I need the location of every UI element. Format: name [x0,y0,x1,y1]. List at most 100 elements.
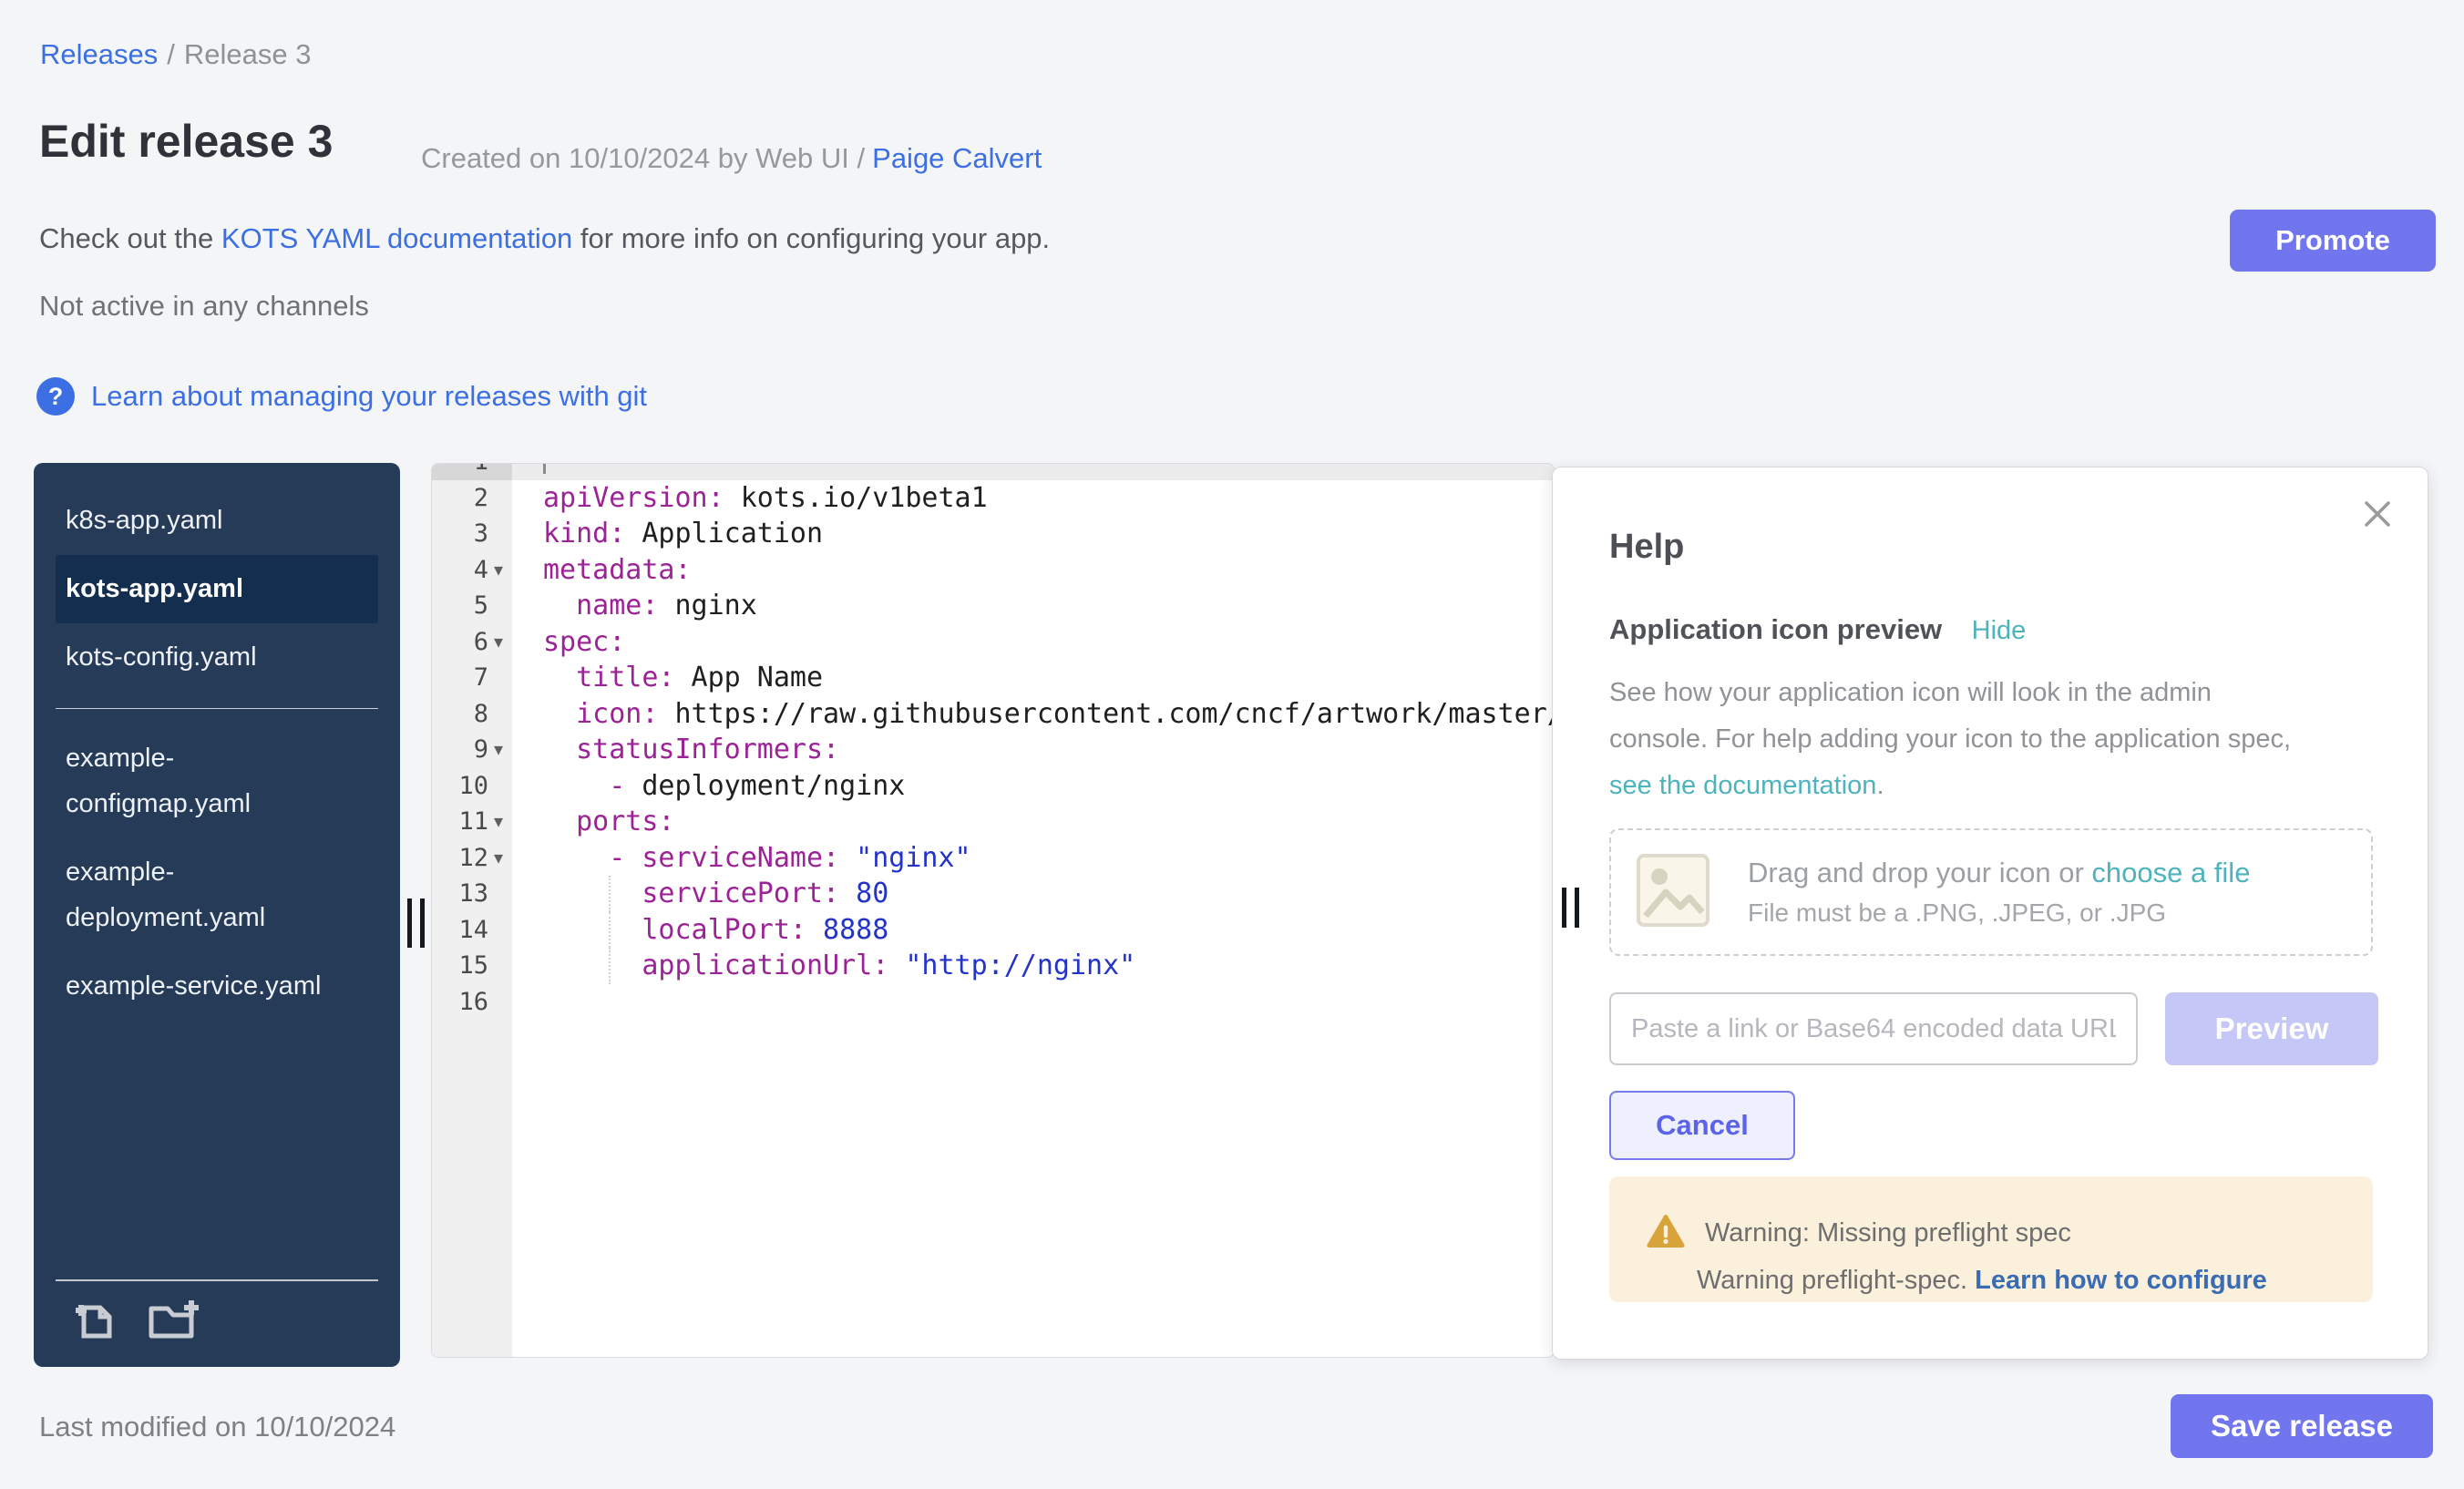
last-modified-text: Last modified on 10/10/2024 [39,1411,395,1443]
fold-arrow-icon[interactable]: ▾ [488,847,508,869]
cancel-button[interactable]: Cancel [1609,1091,1795,1160]
sidebar-resize-handle[interactable] [407,899,425,948]
docs-hint-suffix: for more info on configuring your app. [572,222,1050,254]
description-line-1: See how your application icon will look … [1609,670,2291,716]
help-panel-resize-handle[interactable] [1562,888,1579,928]
preflight-warning-box: Warning: Missing preflight spec Warning … [1609,1176,2373,1302]
file-item-example-deployment.yaml[interactable]: example-deployment.yaml [56,838,378,952]
editor-gutter-column: 1234▾56▾789▾1011▾12▾13141516 [432,464,512,1357]
preview-button[interactable]: Preview [2165,992,2378,1065]
editor-code-area[interactable]: ---apiVersion: kots.io/v1beta1kind: Appl… [512,464,1554,1357]
choose-file-link[interactable]: choose a file [2091,857,2250,888]
code-line-12: - serviceName: "nginx" [512,840,1554,877]
sidebar-actions [68,1293,205,1347]
code-line-10: - deployment/nginx [512,768,1554,805]
icon-preview-section-header: Application icon preview Hide [1609,613,2026,646]
docs-hint-line: Check out the KOTS YAML documentation fo… [39,222,1050,255]
dropzone-hint: File must be a .PNG, .JPEG, or .JPG [1748,899,2250,928]
git-releases-link[interactable]: Learn about managing your releases with … [91,380,647,413]
sidebar-bottom-divider [56,1279,378,1281]
help-close-button[interactable] [2362,498,2393,532]
yaml-editor[interactable]: 1234▾56▾789▾1011▾12▾13141516 ---apiVersi… [431,463,1555,1358]
new-folder-icon [143,1333,205,1347]
kots-yaml-docs-link[interactable]: KOTS YAML documentation [221,222,572,254]
icon-preview-description: See how your application icon will look … [1609,670,2291,809]
created-by-link[interactable]: Paige Calvert [872,142,1042,174]
close-icon [2362,519,2393,532]
code-line-7: title: App Name [512,660,1554,696]
file-item-kots-config.yaml[interactable]: kots-config.yaml [56,623,378,692]
hide-link[interactable]: Hide [1972,616,2027,645]
dropzone-text: Drag and drop your icon or [1748,857,2091,888]
code-line-14: localPort: 8888 [512,912,1554,949]
icon-url-input[interactable] [1609,992,2138,1065]
help-title: Help [1609,528,1684,567]
breadcrumb-releases-link[interactable]: Releases [40,38,158,70]
created-line: Created on 10/10/2024 by Web UI /Paige C… [421,142,1042,175]
new-file-icon [68,1333,119,1347]
description-line-2: console. For help adding your icon to th… [1609,716,2291,763]
line-number-7: 7 [432,660,512,696]
file-item-k8s-app.yaml[interactable]: k8s-app.yaml [56,487,378,555]
file-tree-sidebar: k8s-app.yamlkots-app.yamlkots-config.yam… [34,463,400,1367]
warning-body-row: Warning preflight-spec. Learn how to con… [1697,1266,2267,1296]
file-tree-groups: k8s-app.yamlkots-app.yamlkots-config.yam… [34,463,400,1021]
code-line-8: icon: https://raw.githubusercontent.com/… [512,696,1554,733]
configure-preflight-link[interactable]: Learn how to configure [1975,1266,2267,1295]
dropzone-text-block: Drag and drop your icon or choose a file… [1748,857,2250,928]
code-line-11: ports: [512,804,1554,840]
line-number-15: 15 [432,948,512,984]
file-item-example-configmap.yaml[interactable]: example-configmap.yaml [56,724,378,838]
breadcrumb-separator: / [167,38,175,70]
code-line-2: apiVersion: kots.io/v1beta1 [512,480,1554,517]
indent-guide [609,948,611,984]
file-item-example-service.yaml[interactable]: example-service.yaml [56,952,378,1021]
fold-arrow-icon[interactable]: ▾ [488,559,508,581]
code-line-4: metadata: [512,552,1554,589]
text-cursor [543,464,546,474]
warning-title: Warning: Missing preflight spec [1705,1218,2071,1248]
new-file-button[interactable] [68,1293,119,1347]
line-number-5: 5 [432,588,512,624]
line-number-1: 1 [432,464,512,480]
warning-body: Warning preflight-spec. [1697,1266,1975,1295]
line-number-8: 8 [432,696,512,733]
see-documentation-link[interactable]: see the documentation [1609,771,1876,800]
save-release-button[interactable]: Save release [2171,1394,2433,1458]
help-panel: Help Application icon preview Hide See h… [1552,467,2428,1360]
channel-status: Not active in any channels [39,290,369,323]
indent-guide [609,912,611,949]
image-placeholder-icon [1635,852,1711,933]
promote-button[interactable]: Promote [2230,210,2436,272]
indent-guide [609,876,611,912]
file-tree-divider [56,708,378,709]
breadcrumb-current: Release 3 [184,38,312,70]
page-title: Edit release 3 [39,115,333,168]
new-folder-button[interactable] [143,1293,205,1347]
line-number-6[interactable]: 6▾ [432,624,512,661]
fold-arrow-icon[interactable]: ▾ [488,810,508,833]
line-number-2: 2 [432,480,512,517]
description-period: . [1876,771,1884,800]
question-icon: ? [36,377,75,416]
edit-release-page: Releases / Release 3 Edit release 3 Create… [0,0,2464,1489]
fold-arrow-icon[interactable]: ▾ [488,631,508,653]
line-number-9[interactable]: 9▾ [432,732,512,768]
fold-arrow-icon[interactable]: ▾ [488,738,508,761]
code-line-13: servicePort: 80 [512,876,1554,912]
code-line-6: spec: [512,624,1554,661]
file-item-kots-app.yaml[interactable]: kots-app.yaml [56,555,378,623]
line-number-13: 13 [432,876,512,912]
code-line-15: applicationUrl: "http://nginx" [512,948,1554,984]
created-text: Created on 10/10/2024 by Web UI / [421,142,865,174]
code-line-9: statusInformers: [512,732,1554,768]
icon-preview-title: Application icon preview [1609,613,1942,645]
docs-hint-prefix: Check out the [39,222,221,254]
line-number-11[interactable]: 11▾ [432,804,512,840]
icon-dropzone[interactable]: Drag and drop your icon or choose a file… [1609,828,2373,956]
warning-icon [1647,1213,1685,1254]
line-number-4[interactable]: 4▾ [432,552,512,589]
line-number-12[interactable]: 12▾ [432,840,512,877]
line-number-10: 10 [432,768,512,805]
line-number-14: 14 [432,912,512,949]
